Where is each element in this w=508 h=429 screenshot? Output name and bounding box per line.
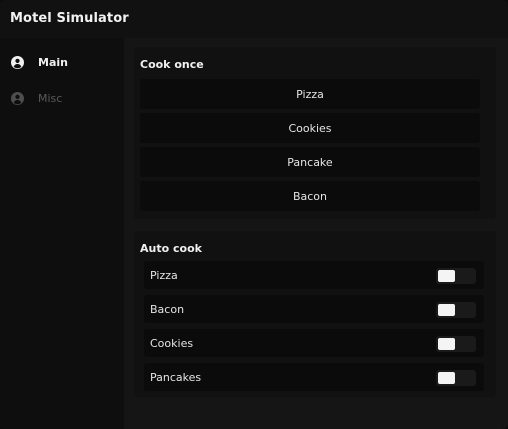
auto-cook-pancakes-toggle[interactable]: Pancakes <box>144 363 484 391</box>
toggle-label: Bacon <box>150 303 185 316</box>
cook-pizza-button[interactable]: Pizza <box>140 79 480 109</box>
sidebar-item-main[interactable]: Main <box>0 48 124 76</box>
section-title: Cook once <box>140 58 204 71</box>
toggle-knob <box>438 304 455 316</box>
toggle-knob <box>438 270 455 282</box>
section-title: Auto cook <box>140 242 202 255</box>
auto-cook-cookies-toggle[interactable]: Cookies <box>144 329 484 357</box>
toggle-switch[interactable] <box>436 268 476 284</box>
toggle-switch[interactable] <box>436 302 476 318</box>
cook-cookies-button[interactable]: Cookies <box>140 113 480 143</box>
auto-cook-pizza-toggle[interactable]: Pizza <box>144 261 484 289</box>
toggle-label: Pancakes <box>150 371 202 384</box>
main-panel: Cook once Pizza Cookies Pancake Bacon Au… <box>124 38 508 429</box>
toggle-switch[interactable] <box>436 336 476 352</box>
toggle-label: Cookies <box>150 337 194 350</box>
auto-cook-bacon-toggle[interactable]: Bacon <box>144 295 484 323</box>
sidebar-item-misc[interactable]: Misc <box>0 84 124 112</box>
sidebar-item-label: Misc <box>38 92 63 105</box>
button-label: Pancake <box>287 156 333 169</box>
sidebar: Main Misc <box>0 38 124 429</box>
cook-pancake-button[interactable]: Pancake <box>140 147 480 177</box>
auto-cook-section: Auto cook Pizza Bacon Cookies Pancakes <box>134 231 496 397</box>
app-window: Motel Simulator Main Misc Cook once Pizz… <box>0 0 508 429</box>
user-circle-icon <box>11 92 24 105</box>
toggle-label: Pizza <box>150 269 178 282</box>
toggle-knob <box>438 338 455 350</box>
button-label: Pizza <box>296 88 324 101</box>
cook-bacon-button[interactable]: Bacon <box>140 181 480 211</box>
user-circle-icon <box>11 56 24 69</box>
toggle-knob <box>438 372 455 384</box>
button-label: Cookies <box>288 122 332 135</box>
window-title: Motel Simulator <box>10 11 129 26</box>
toggle-switch[interactable] <box>436 370 476 386</box>
sidebar-item-label: Main <box>38 56 68 69</box>
button-label: Bacon <box>292 190 328 203</box>
title-bar[interactable]: Motel Simulator <box>0 0 508 38</box>
cook-once-section: Cook once Pizza Cookies Pancake Bacon <box>134 47 496 219</box>
